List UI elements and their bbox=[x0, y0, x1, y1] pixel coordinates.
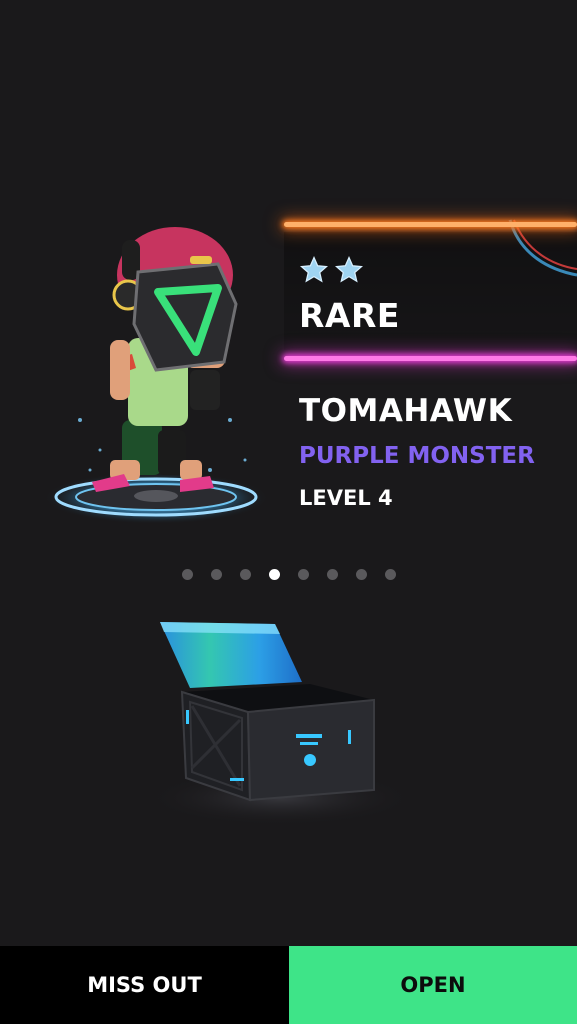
page-dot-active[interactable] bbox=[269, 569, 280, 580]
page-dot[interactable] bbox=[356, 569, 367, 580]
page-dot[interactable] bbox=[298, 569, 309, 580]
rarity-stars bbox=[298, 255, 365, 285]
neon-bar-pink bbox=[284, 356, 577, 361]
character-illustration bbox=[44, 227, 268, 524]
star-icon bbox=[334, 255, 364, 283]
action-bar: MISS OUT OPEN bbox=[0, 946, 577, 1024]
page-dot[interactable] bbox=[182, 569, 193, 580]
star-icon bbox=[299, 255, 329, 283]
open-button[interactable]: OPEN bbox=[289, 946, 577, 1024]
page-dot[interactable] bbox=[211, 569, 222, 580]
reward-level: LEVEL 4 bbox=[299, 486, 393, 510]
rarity-label: RARE bbox=[299, 296, 400, 335]
page-dot[interactable] bbox=[240, 569, 251, 580]
treasure-chest-icon[interactable] bbox=[130, 610, 410, 830]
page-dot[interactable] bbox=[385, 569, 396, 580]
neon-bar-orange bbox=[284, 222, 577, 227]
reward-name: TOMAHAWK bbox=[299, 393, 513, 429]
page-dot[interactable] bbox=[327, 569, 338, 580]
pagination-dots bbox=[182, 569, 396, 580]
miss-out-button[interactable]: MISS OUT bbox=[0, 946, 289, 1024]
reward-screen: RARE TOMAHAWK PURPLE MONSTER LEVEL 4 bbox=[0, 0, 577, 946]
reward-subtitle: PURPLE MONSTER bbox=[299, 443, 535, 469]
